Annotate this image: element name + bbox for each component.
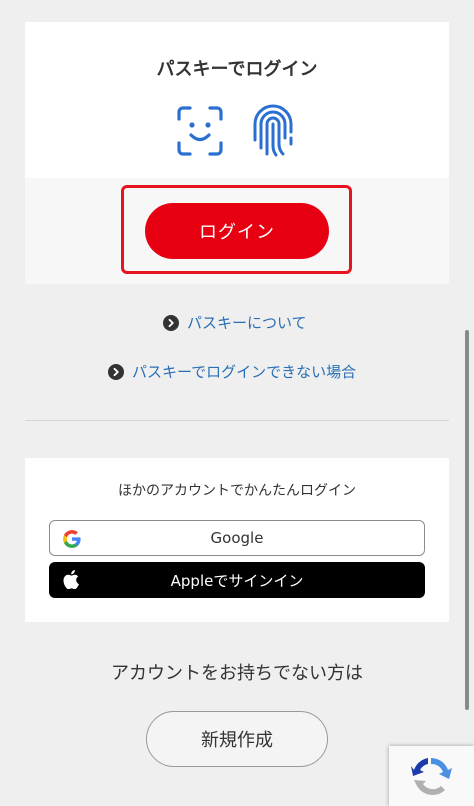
chevron-right-icon	[108, 363, 124, 380]
about-passkey-link[interactable]: パスキーについて	[163, 312, 307, 333]
google-logo-icon	[63, 530, 81, 548]
about-passkey-label: パスキーについて	[187, 314, 307, 332]
passkey-login-button[interactable]: ログイン	[145, 203, 329, 259]
apple-login-label: Appleでサインイン	[170, 571, 304, 590]
register-button[interactable]: 新規作成	[146, 711, 328, 767]
fingerprint-icon	[253, 104, 293, 157]
recaptcha-badge[interactable]	[389, 746, 474, 806]
no-account-prompt: アカウントをお持ちでない方は	[111, 663, 363, 684]
passkey-card: パスキーでログイン ログイン	[25, 22, 449, 284]
divider	[25, 420, 449, 421]
scrollbar[interactable]	[465, 330, 469, 710]
apple-logo-icon	[63, 570, 79, 589]
google-login-button[interactable]: Google	[49, 520, 425, 556]
cannot-login-label: パスキーでログインできない場合	[132, 363, 357, 381]
passkey-title: パスキーでログイン	[156, 59, 318, 80]
face-id-icon	[177, 106, 223, 156]
google-login-label: Google	[210, 529, 264, 547]
other-login-title: ほかのアカウントでかんたんログイン	[118, 483, 356, 499]
recaptcha-icon	[411, 758, 452, 795]
cannot-login-link[interactable]: パスキーでログインできない場合	[108, 361, 356, 382]
other-login-card: ほかのアカウントでかんたんログイン Google Appleでサインイン	[25, 458, 449, 622]
page: パスキーでログイン ログイン パスキーについて パスキーでログインできない場合 …	[0, 0, 474, 806]
apple-login-button[interactable]: Appleでサインイン	[49, 562, 425, 598]
chevron-right-icon	[163, 314, 179, 331]
